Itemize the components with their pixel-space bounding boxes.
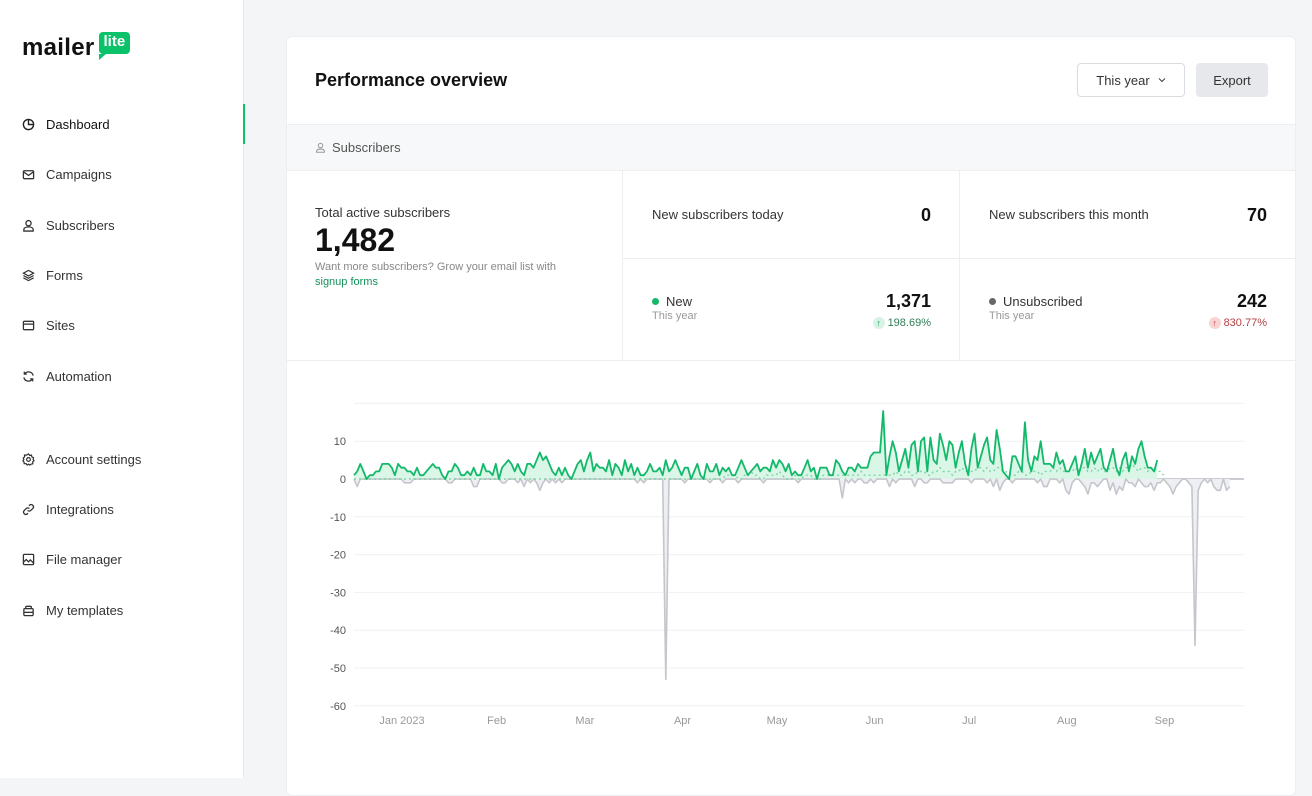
- sidebar: mailer lite Dashboard Campaigns Subscrib…: [0, 0, 245, 778]
- x-tick-label: Jul: [962, 715, 976, 727]
- link-icon: [22, 503, 35, 516]
- layers-icon: [22, 269, 35, 282]
- sidebar-item-label: File manager: [46, 551, 122, 567]
- sidebar-item-forms[interactable]: Forms: [0, 255, 244, 295]
- total-active-subscribers: Total active subscribers 1,482 Want more…: [287, 171, 623, 361]
- x-tick-label: May: [767, 715, 788, 727]
- template-stack-icon: [22, 604, 35, 617]
- y-tick-label: -10: [330, 512, 346, 524]
- x-tick-label: Jan 2023: [379, 715, 424, 727]
- sidebar-item-label: Campaigns: [46, 166, 112, 182]
- stat-sublabel: This year: [652, 310, 698, 322]
- x-tick-label: Jun: [866, 715, 884, 727]
- change-badge: ↑ 830.77%: [1208, 317, 1267, 329]
- performance-card: Performance overview This year Export Su…: [286, 36, 1296, 796]
- sidebar-item-label: Automation: [46, 368, 112, 384]
- stat-label: New subscribers this month: [989, 207, 1149, 222]
- pie-chart-icon: [22, 118, 35, 131]
- stats-grid: Total active subscribers 1,482 Want more…: [287, 171, 1295, 361]
- period-select-value: This year: [1096, 72, 1150, 88]
- series-unsubscribed-line: [353, 478, 1231, 681]
- x-tick-label: Mar: [575, 715, 594, 727]
- sidebar-item-campaigns[interactable]: Campaigns: [0, 154, 244, 194]
- refresh-icon: [22, 370, 35, 383]
- y-tick-label: 10: [334, 436, 346, 448]
- sidebar-item-label: Dashboard: [46, 116, 110, 132]
- sidebar-item-automation[interactable]: Automation: [0, 356, 244, 396]
- page-title: Performance overview: [315, 70, 508, 90]
- sidebar-item-sites[interactable]: Sites: [0, 305, 244, 345]
- logo-badge: lite: [98, 32, 131, 60]
- sidebar-item-label: Sites: [46, 317, 75, 333]
- chart-svg: 10 0 -10 -20 -30 -40 -50 -60 Jan 2023 Feb Mar Apr Ma…: [330, 402, 1244, 727]
- gear-icon: [22, 452, 35, 466]
- total-value: 1,482: [315, 222, 396, 258]
- stat-sublabel: This year: [989, 310, 1035, 322]
- sidebar-item-file-manager[interactable]: File manager: [0, 539, 244, 579]
- x-tick-label: Sep: [1155, 715, 1175, 727]
- sidebar-item-label: Forms: [46, 267, 83, 283]
- image-icon: [22, 553, 35, 566]
- unsubscribed-this-year-stat: Unsubscribed This year 242 ↑ 830.77%: [960, 259, 1295, 361]
- legend-label-new: New: [666, 294, 693, 309]
- section-label: Subscribers: [332, 140, 401, 155]
- change-value: 830.77%: [1223, 317, 1267, 329]
- y-tick-label: 0: [340, 474, 346, 486]
- new-this-year-stat: New This year 1,371 ↑ 198.69%: [623, 259, 960, 361]
- hint-text: Want more subscribers? Grow your email l…: [315, 261, 557, 273]
- legend-dot-new: [652, 298, 659, 305]
- browser-window-icon: [22, 319, 35, 332]
- section-header-subscribers: Subscribers: [287, 124, 1295, 171]
- legend-dot-unsubscribed: [989, 298, 996, 305]
- y-tick-label: -50: [330, 663, 346, 675]
- stat-label: Unsubscribed: [989, 294, 1083, 309]
- logo[interactable]: mailer lite: [22, 32, 131, 61]
- subscribers-chart: 10 0 -10 -20 -30 -40 -50 -60 Jan 2023 Feb Mar Apr Ma…: [287, 362, 1295, 782]
- stat-label: New subscribers today: [652, 207, 784, 222]
- stat-value: 70: [1246, 205, 1267, 225]
- y-tick-label: -60: [330, 701, 346, 713]
- new-today-stat: New subscribers today 0: [623, 171, 960, 259]
- signup-forms-link[interactable]: signup forms: [315, 276, 378, 288]
- sidebar-item-label: My templates: [46, 602, 124, 618]
- stat-label: New: [652, 294, 692, 309]
- stat-value: 242: [1236, 291, 1267, 311]
- sidebar-item-account-settings[interactable]: Account settings: [0, 439, 244, 479]
- y-tick-label: -30: [330, 587, 346, 599]
- period-select[interactable]: This year: [1077, 63, 1185, 97]
- total-label: Total active subscribers: [315, 205, 451, 220]
- series-unsubscribed-area: [354, 479, 1230, 680]
- sidebar-item-label: Account settings: [46, 451, 142, 467]
- chevron-down-icon: [1158, 78, 1166, 83]
- sidebar-item-label: Subscribers: [46, 217, 115, 233]
- stat-value: 0: [920, 205, 931, 225]
- sidebar-item-integrations[interactable]: Integrations: [0, 489, 244, 529]
- total-hint: Want more subscribers? Grow your email l…: [315, 260, 585, 290]
- x-tick-label: Apr: [674, 715, 691, 727]
- user-icon: [316, 142, 325, 153]
- arrow-up-icon: ↑: [1208, 317, 1221, 329]
- logo-text: mailer: [22, 34, 95, 61]
- x-tick-label: Aug: [1057, 715, 1077, 727]
- change-badge: ↑ 198.69%: [872, 317, 931, 329]
- arrow-up-icon: ↑: [872, 317, 885, 329]
- export-button[interactable]: Export: [1196, 63, 1268, 97]
- new-this-month-stat: New subscribers this month 70: [960, 171, 1295, 259]
- y-tick-label: -40: [330, 625, 346, 637]
- legend-label-unsubscribed: Unsubscribed: [1003, 294, 1083, 309]
- sidebar-item-label: Integrations: [46, 501, 114, 517]
- sidebar-item-dashboard[interactable]: Dashboard: [0, 104, 245, 144]
- user-icon: [22, 219, 35, 232]
- y-tick-label: -20: [330, 550, 346, 562]
- sidebar-item-subscribers[interactable]: Subscribers: [0, 205, 244, 245]
- change-value: 198.69%: [887, 317, 931, 329]
- stat-value: 1,371: [885, 291, 931, 311]
- envelope-icon: [22, 168, 35, 181]
- sidebar-item-my-templates[interactable]: My templates: [0, 590, 244, 630]
- x-tick-label: Feb: [487, 715, 506, 727]
